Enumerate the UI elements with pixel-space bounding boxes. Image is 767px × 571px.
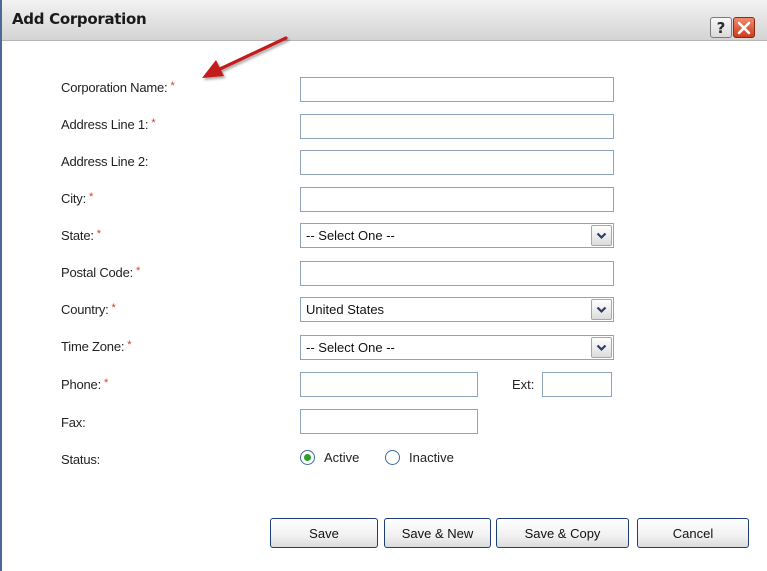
add-corporation-dialog: Add Corporation ? Corporation Name: * Add… (0, 0, 767, 571)
annotation-arrow-icon (202, 36, 288, 78)
